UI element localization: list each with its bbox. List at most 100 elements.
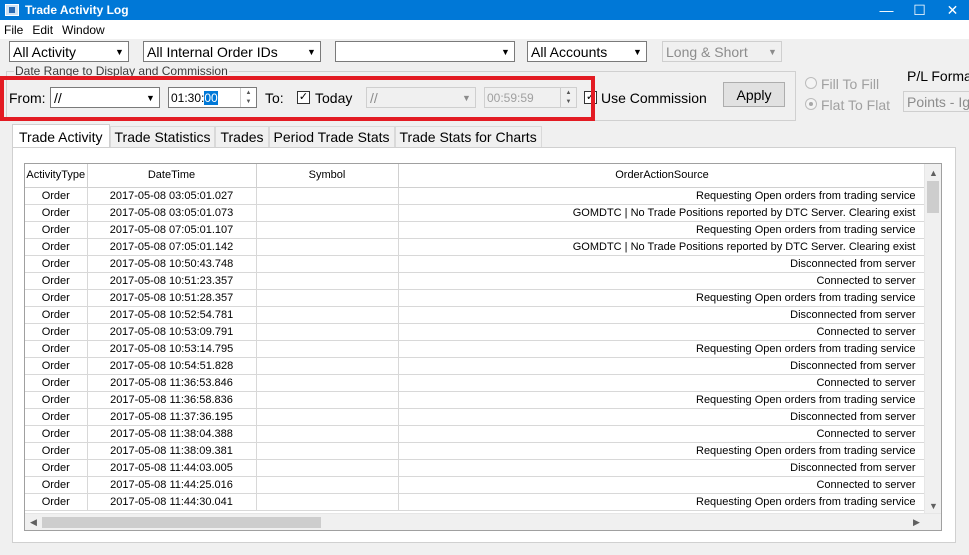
cell-datetime: 2017-05-08 10:50:43.748 (87, 255, 257, 273)
from-time-value: 01:30: (171, 90, 205, 105)
cell-orderactionsource: Disconnected from server (398, 408, 927, 426)
tab-trade-stats-for-charts[interactable]: Trade Stats for Charts (394, 126, 542, 147)
today-checkbox[interactable]: ✓ (297, 91, 310, 104)
column-header-activitytype[interactable]: ActivityType (25, 164, 88, 188)
table-row[interactable]: Order 2017-05-08 10:50:43.748 Disconnected… (25, 255, 927, 273)
table-row[interactable]: Order 2017-05-08 11:38:09.381 Requesting O… (25, 442, 927, 460)
table-row[interactable]: Order 2017-05-08 11:36:58.836 Requesting O… (25, 391, 927, 409)
flat-to-flat-label: Flat To Flat (821, 97, 890, 113)
table-row[interactable]: Order 2017-05-08 10:54:51.828 Disconnected… (25, 357, 927, 375)
side-filter-select[interactable]: Long & Short ▼ (662, 41, 782, 62)
from-date-picker[interactable]: // ▼ (50, 87, 160, 108)
window-title: Trade Activity Log (25, 3, 129, 17)
from-time-stepper[interactable]: 01:30: 00 ▲ ▼ (168, 87, 257, 108)
tab-trades[interactable]: Trades (215, 126, 269, 147)
tab-period-trade-stats[interactable]: Period Trade Stats (268, 126, 395, 147)
table-row[interactable]: Order 2017-05-08 07:05:01.107 Requesting O… (25, 221, 927, 239)
fill-to-fill-radio[interactable] (805, 77, 817, 89)
vertical-scroll-thumb[interactable] (927, 181, 939, 213)
cell-datetime: 2017-05-08 07:05:01.142 (87, 238, 257, 256)
date-range-group-label: Date Range to Display and Commission (14, 64, 229, 78)
cell-datetime: 2017-05-08 11:44:30.041 (87, 493, 257, 511)
cell-datetime: 2017-05-08 11:36:58.836 (87, 391, 257, 409)
table-row[interactable]: Order 2017-05-08 07:05:01.142 GOMDTC | No … (25, 238, 927, 256)
cell-symbol (256, 425, 399, 443)
cell-activitytype: Order (25, 204, 88, 222)
account-filter-select[interactable]: All Accounts ▼ (527, 41, 647, 62)
table-row[interactable]: Order 2017-05-08 11:44:03.005 Disconnected… (25, 459, 927, 477)
stepper-down-icon[interactable]: ▼ (241, 98, 256, 108)
from-date-value: // (54, 89, 62, 106)
menu-window[interactable]: Window (58, 23, 110, 37)
flat-to-flat-radio[interactable] (805, 98, 817, 110)
cell-symbol (256, 272, 399, 290)
table-row[interactable]: Order 2017-05-08 11:44:25.016 Connected to… (25, 476, 927, 494)
minimize-button[interactable]: — (870, 0, 903, 20)
apply-button[interactable]: Apply (723, 82, 785, 107)
table-row[interactable]: Order 2017-05-08 10:53:14.795 Requesting O… (25, 340, 927, 358)
column-header-datetime[interactable]: DateTime (87, 164, 257, 188)
pl-format-label: P/L Format (907, 68, 969, 84)
vertical-scrollbar[interactable]: ▲ ▼ (924, 164, 941, 514)
to-date-picker[interactable]: // ▼ (366, 87, 476, 108)
stepper-up-icon[interactable]: ▲ (561, 88, 576, 98)
maximize-button[interactable]: ☐ (903, 0, 936, 20)
scroll-up-icon[interactable]: ▲ (925, 164, 941, 181)
symbol-filter-select[interactable]: ▼ (335, 41, 515, 62)
to-label: To: (265, 90, 284, 106)
cell-symbol (256, 187, 399, 205)
cell-orderactionsource: Connected to server (398, 476, 927, 494)
table-row[interactable]: Order 2017-05-08 10:53:09.791 Connected to… (25, 323, 927, 341)
table-row[interactable]: Order 2017-05-08 11:37:36.195 Disconnected… (25, 408, 927, 426)
cell-orderactionsource: Requesting Open orders from trading serv… (398, 442, 927, 460)
scroll-left-icon[interactable]: ◀ (25, 514, 42, 530)
table-row[interactable]: Order 2017-05-08 10:51:23.357 Connected to… (25, 272, 927, 290)
cell-symbol (256, 459, 399, 477)
account-filter-value: All Accounts (531, 43, 608, 60)
cell-activitytype: Order (25, 391, 88, 409)
activity-filter-select[interactable]: All Activity ▼ (9, 41, 129, 62)
column-header-orderactionsource[interactable]: OrderActionSource (398, 164, 927, 188)
horizontal-scrollbar[interactable]: ◀ ▶ (25, 513, 941, 530)
stepper-down-icon[interactable]: ▼ (561, 98, 576, 108)
horizontal-scroll-thumb[interactable] (42, 517, 321, 528)
tab-trade-activity[interactable]: Trade Activity (12, 124, 110, 148)
title-bar: Trade Activity Log — ☐ ✕ (0, 0, 969, 20)
cell-orderactionsource: Disconnected from server (398, 459, 927, 477)
stepper-up-icon[interactable]: ▲ (241, 88, 256, 98)
table-row[interactable]: Order 2017-05-08 10:52:54.781 Disconnected… (25, 306, 927, 324)
cell-activitytype: Order (25, 442, 88, 460)
cell-datetime: 2017-05-08 11:37:36.195 (87, 408, 257, 426)
chevron-down-icon: ▼ (501, 46, 510, 57)
cell-orderactionsource: GOMDTC | No Trade Positions reported by … (398, 204, 927, 222)
order-id-filter-select[interactable]: All Internal Order IDs ▼ (143, 41, 321, 62)
cell-datetime: 2017-05-08 10:53:09.791 (87, 323, 257, 341)
chevron-down-icon: ▼ (115, 46, 124, 57)
cell-orderactionsource: Connected to server (398, 374, 927, 392)
to-time-stepper[interactable]: 00:59:59 ▲ ▼ (484, 87, 577, 108)
table-row[interactable]: Order 2017-05-08 11:44:30.041 Requesting O… (25, 493, 927, 511)
use-commission-checkbox[interactable]: ✓ (584, 91, 597, 104)
scroll-right-icon[interactable]: ▶ (908, 514, 925, 530)
table-row[interactable]: Order 2017-05-08 03:05:01.027 Requesting O… (25, 187, 927, 205)
menu-file[interactable]: File (0, 23, 28, 37)
table-row[interactable]: Order 2017-05-08 10:51:28.357 Requesting O… (25, 289, 927, 307)
cell-activitytype: Order (25, 425, 88, 443)
cell-datetime: 2017-05-08 10:54:51.828 (87, 357, 257, 375)
column-header-symbol[interactable]: Symbol (256, 164, 399, 188)
menu-edit[interactable]: Edit (28, 23, 58, 37)
close-button[interactable]: ✕ (936, 0, 969, 20)
cell-datetime: 2017-05-08 07:05:01.107 (87, 221, 257, 239)
tab-trade-statistics[interactable]: Trade Statistics (109, 126, 216, 147)
scroll-down-icon[interactable]: ▼ (925, 497, 941, 514)
table-row[interactable]: Order 2017-05-08 11:38:04.388 Connected to… (25, 425, 927, 443)
cell-symbol (256, 255, 399, 273)
table-row[interactable]: Order 2017-05-08 11:36:53.846 Connected to… (25, 374, 927, 392)
cell-datetime: 2017-05-08 11:44:03.005 (87, 459, 257, 477)
cell-datetime: 2017-05-08 03:05:01.073 (87, 204, 257, 222)
table-row[interactable]: Order 2017-05-08 03:05:01.073 GOMDTC | No … (25, 204, 927, 222)
cell-orderactionsource: Connected to server (398, 323, 927, 341)
cell-datetime: 2017-05-08 11:36:53.846 (87, 374, 257, 392)
pl-format-select[interactable]: Points - Ignore (903, 91, 969, 112)
cell-symbol (256, 340, 399, 358)
